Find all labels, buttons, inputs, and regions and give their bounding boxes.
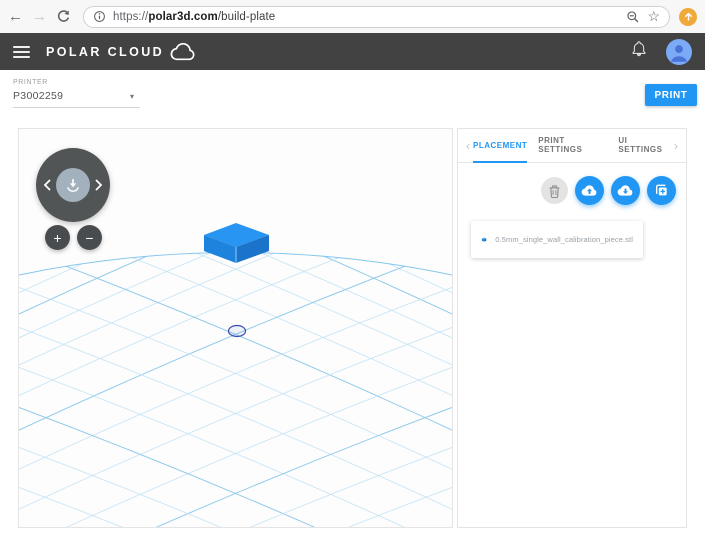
print-button[interactable]: PRINT xyxy=(645,84,697,106)
tabs-chevron-right-icon[interactable]: › xyxy=(671,139,681,153)
tabs-chevron-left-icon[interactable]: ‹ xyxy=(463,139,473,153)
zoom-out-button[interactable]: − xyxy=(77,225,102,250)
browser-toolbar: ← → https://polar3d.com/build-plate ☆ xyxy=(0,0,705,33)
extension-icon[interactable] xyxy=(679,7,697,26)
bookmark-star-icon[interactable]: ☆ xyxy=(647,8,660,25)
zoom-out-page-icon[interactable] xyxy=(626,10,640,24)
main-content: + − ‹ PLACEMENT PRINT SETTINGS UI SETTIN… xyxy=(0,128,705,528)
zoom-in-button[interactable]: + xyxy=(45,225,70,250)
plate-center-marker xyxy=(227,324,247,338)
logo-text: POLAR CLOUD xyxy=(46,44,165,59)
reset-view-button[interactable] xyxy=(56,168,90,202)
cloud-download-icon xyxy=(617,185,633,196)
printer-select[interactable]: PRINTER P3002259 ▾ xyxy=(13,79,140,108)
cloud-logo-icon xyxy=(170,42,197,61)
forward-icon[interactable]: → xyxy=(32,9,47,24)
sub-toolbar: PRINTER P3002259 ▾ PRINT xyxy=(0,70,705,128)
user-avatar[interactable] xyxy=(666,38,692,65)
polar-cloud-logo[interactable]: POLAR CLOUD xyxy=(46,42,197,61)
file-actions xyxy=(458,176,686,205)
settings-panel: ‹ PLACEMENT PRINT SETTINGS UI SETTINGS › xyxy=(457,128,687,528)
trash-icon xyxy=(549,184,560,198)
rotate-right-icon[interactable] xyxy=(95,179,103,191)
url-text: https://polar3d.com/build-plate xyxy=(113,10,276,23)
menu-icon[interactable] xyxy=(13,45,30,58)
build-plate-viewport[interactable]: + − xyxy=(18,128,453,528)
cloud-upload-button[interactable] xyxy=(575,176,604,205)
rotate-left-icon[interactable] xyxy=(43,179,51,191)
tab-placement[interactable]: PLACEMENT xyxy=(473,129,528,163)
stl-file-icon xyxy=(481,237,487,242)
model-cube[interactable] xyxy=(204,223,269,263)
file-name: 0.5mm_single_wall_calibration_piece.stl xyxy=(495,235,633,244)
app-header: POLAR CLOUD xyxy=(0,33,705,70)
tab-print-settings[interactable]: PRINT SETTINGS xyxy=(538,129,607,163)
delete-button[interactable] xyxy=(541,177,568,204)
page-info-icon[interactable] xyxy=(93,10,106,23)
tab-ui-settings[interactable]: UI SETTINGS xyxy=(618,129,671,163)
address-bar[interactable]: https://polar3d.com/build-plate ☆ xyxy=(83,5,670,28)
orbit-control[interactable] xyxy=(36,148,110,222)
cloud-upload-icon xyxy=(581,185,597,196)
reload-icon[interactable] xyxy=(56,9,71,24)
printer-value: P3002259 xyxy=(13,90,64,102)
panel-tabs: ‹ PLACEMENT PRINT SETTINGS UI SETTINGS › xyxy=(458,129,686,163)
notifications-bell-icon[interactable] xyxy=(632,41,646,62)
printer-label: PRINTER xyxy=(13,79,48,86)
cloud-download-button[interactable] xyxy=(611,176,640,205)
library-add-icon xyxy=(656,184,667,196)
back-icon[interactable]: ← xyxy=(8,9,23,24)
dropdown-caret-icon: ▾ xyxy=(129,91,134,101)
add-file-button[interactable] xyxy=(647,176,676,205)
file-list-item[interactable]: 0.5mm_single_wall_calibration_piece.stl xyxy=(471,221,643,258)
